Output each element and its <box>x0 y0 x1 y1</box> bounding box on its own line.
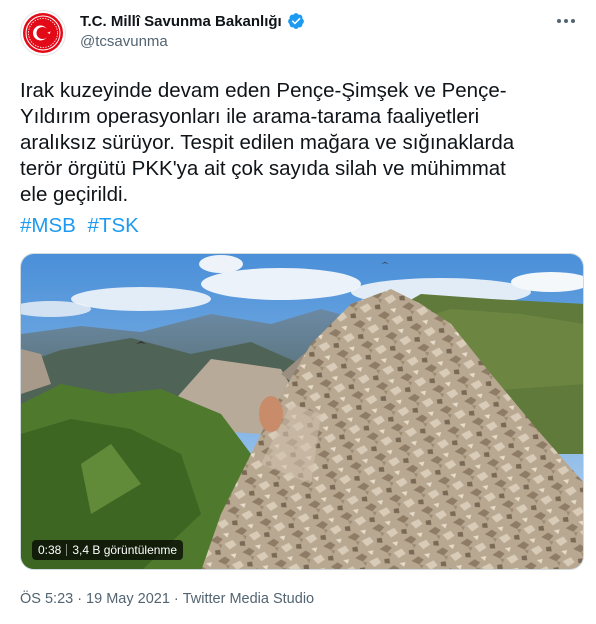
display-name[interactable]: T.C. Millî Savunma Bakanlığı <box>80 13 282 30</box>
tweet-text-line: Yıldırım operasyonları ile arama-tarama … <box>20 105 480 128</box>
tweet-meta: ÖS 5:23 · 19 May 2021 · Twitter Media St… <box>20 591 314 607</box>
tweet-text-line: terör örgütü PKK'ya ait çok sayıda silah… <box>20 157 506 180</box>
avatar[interactable] <box>20 10 66 56</box>
hashtag-msb[interactable]: #MSB <box>20 214 76 237</box>
tweet-source[interactable]: Twitter Media Studio <box>183 591 314 607</box>
hashtags: #MSB #TSK <box>20 213 145 239</box>
video-duration: 0:38 <box>38 543 62 557</box>
tweet-time[interactable]: ÖS 5:23 <box>20 591 73 607</box>
tweet-text-line: Irak kuzeyinde devam eden Pençe-Şimşek v… <box>20 79 507 102</box>
tweet-date[interactable]: 19 May 2021 <box>86 591 170 607</box>
tweet-text-line: ele geçirildi. <box>20 183 129 206</box>
account-info: T.C. Millî Savunma Bakanlığı @tcsavunma <box>80 12 305 50</box>
video-views: 3,4 B görüntülenme <box>72 543 178 557</box>
tweet-text-line: aralıksız sürüyor. Tespit edilen mağara … <box>20 131 515 154</box>
tweet-text: Irak kuzeyinde devam eden Pençe-Şimşek v… <box>20 78 580 208</box>
more-options-icon[interactable] <box>554 12 578 30</box>
tweet-card: T.C. Millî Savunma Bakanlığı @tcsavunma … <box>0 0 596 624</box>
verified-badge-icon <box>287 13 304 29</box>
handle[interactable]: @tcsavunma <box>80 33 305 50</box>
hashtag-tsk[interactable]: #TSK <box>88 214 139 237</box>
badge-divider <box>66 544 68 556</box>
video-player[interactable] <box>20 253 584 570</box>
video-stats-badge: 0:38 3,4 B görüntülenme <box>32 540 184 560</box>
msb-emblem-icon <box>23 13 63 53</box>
meta-separator: · <box>77 591 83 607</box>
video-thumbnail <box>21 254 583 569</box>
meta-separator: · <box>173 591 179 607</box>
